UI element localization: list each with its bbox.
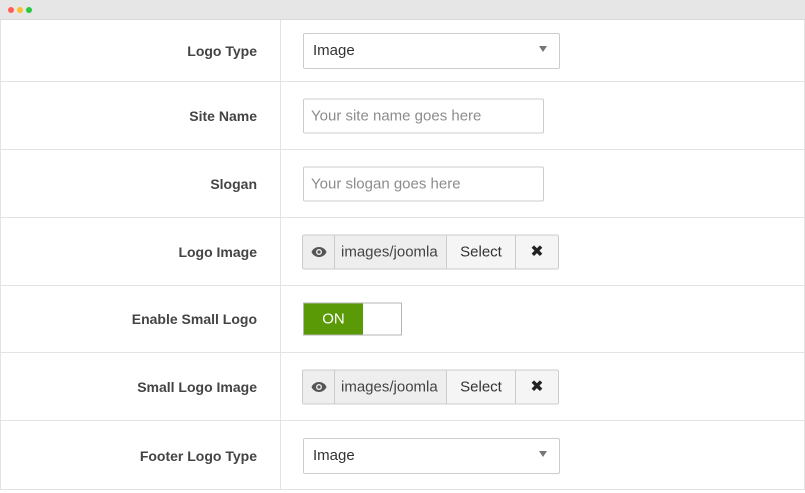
logo-image-label: Logo Image xyxy=(178,243,257,260)
preview-button[interactable] xyxy=(303,370,335,403)
row-logo-image: Logo Image images/joomla Select ✖ xyxy=(1,218,804,286)
toggle-on-label: ON xyxy=(304,303,363,335)
footer-logo-type-label: Footer Logo Type xyxy=(139,447,257,464)
slogan-label: Slogan xyxy=(210,175,257,192)
small-logo-image-path[interactable]: images/joomla xyxy=(335,370,447,403)
small-logo-image-select-button[interactable]: Select xyxy=(447,370,516,403)
site-name-label: Site Name xyxy=(189,107,257,124)
row-enable-small-logo: Enable Small Logo ON xyxy=(1,286,804,353)
maximize-window-dot[interactable] xyxy=(26,7,32,13)
site-name-input[interactable] xyxy=(303,98,544,133)
small-logo-image-label: Small Logo Image xyxy=(137,378,257,395)
logo-settings-form: Logo Type Image Site Name Slogan Logo Im… xyxy=(0,20,805,490)
row-footer-logo-type: Footer Logo Type Image xyxy=(1,421,804,490)
times-icon: ✖ xyxy=(530,378,544,396)
logo-image-clear-button[interactable]: ✖ xyxy=(516,235,558,268)
logo-image-select-button[interactable]: Select xyxy=(447,235,516,268)
eye-icon xyxy=(311,246,326,257)
close-window-dot[interactable] xyxy=(8,7,14,13)
window-titlebar xyxy=(0,0,805,20)
small-logo-image-clear-button[interactable]: ✖ xyxy=(516,370,558,403)
row-slogan: Slogan xyxy=(1,150,804,218)
row-site-name: Site Name xyxy=(1,82,804,150)
footer-logo-type-select[interactable]: Image xyxy=(303,437,560,474)
enable-small-logo-label: Enable Small Logo xyxy=(131,311,257,327)
toggle-off-area xyxy=(363,303,401,335)
logo-image-media-field: images/joomla Select ✖ xyxy=(302,234,559,269)
slogan-input[interactable] xyxy=(303,166,544,201)
logo-type-label: Logo Type xyxy=(187,42,257,59)
logo-type-select[interactable]: Image xyxy=(303,32,560,69)
times-icon: ✖ xyxy=(530,243,544,261)
eye-icon xyxy=(311,381,326,392)
row-logo-type: Logo Type Image xyxy=(1,20,804,82)
logo-image-path[interactable]: images/joomla xyxy=(335,235,447,268)
small-logo-image-media-field: images/joomla Select ✖ xyxy=(302,369,559,404)
logo-type-value: Image xyxy=(313,41,355,59)
caret-down-icon xyxy=(539,45,547,52)
enable-small-logo-toggle[interactable]: ON xyxy=(303,302,402,336)
minimize-window-dot[interactable] xyxy=(17,7,23,13)
row-small-logo-image: Small Logo Image images/joomla Select ✖ xyxy=(1,353,804,421)
footer-logo-type-value: Image xyxy=(313,446,355,464)
caret-down-icon xyxy=(539,450,547,457)
preview-button[interactable] xyxy=(303,235,335,268)
